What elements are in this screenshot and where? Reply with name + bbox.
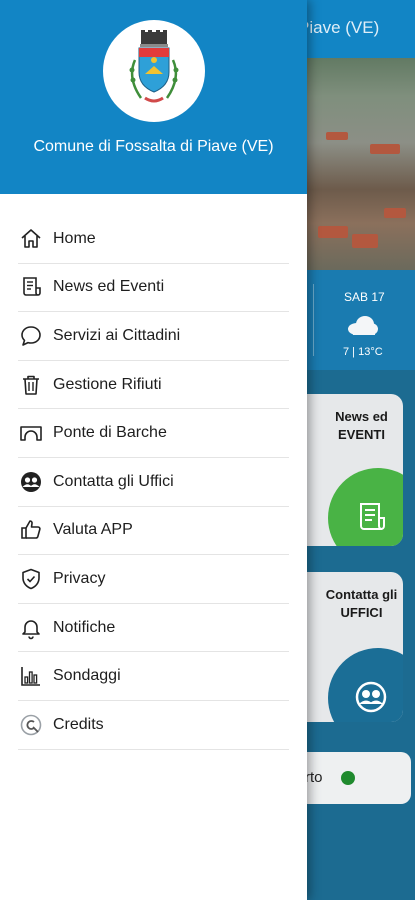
drawer-header: Comune di Fossalta di Piave (VE) bbox=[0, 0, 307, 194]
trash-icon bbox=[18, 372, 44, 398]
coat-of-arms-icon bbox=[129, 30, 179, 103]
chat-bubble-icon bbox=[18, 323, 44, 349]
menu-label-privacy: Privacy bbox=[53, 569, 106, 587]
menu-label-credits: Credits bbox=[53, 715, 104, 733]
menu-item-credits[interactable]: Credits bbox=[18, 701, 289, 750]
menu-item-notifications[interactable]: Notifiche bbox=[18, 604, 289, 653]
navigation-drawer: Comune di Fossalta di Piave (VE) Home Ne… bbox=[0, 0, 307, 900]
bridge-icon bbox=[18, 420, 44, 446]
bar-chart-icon bbox=[18, 663, 44, 689]
menu-item-privacy[interactable]: Privacy bbox=[18, 555, 289, 604]
menu-item-surveys[interactable]: Sondaggi bbox=[18, 652, 289, 701]
uffici-card-circle bbox=[328, 648, 403, 722]
menu-label-notifications: Notifiche bbox=[53, 618, 116, 636]
status-pill-text: rto bbox=[305, 769, 323, 786]
thumbs-up-icon bbox=[18, 517, 44, 543]
credits-icon bbox=[18, 712, 44, 738]
menu-label-bridge: Ponte di Barche bbox=[53, 424, 167, 442]
menu-label-surveys: Sondaggi bbox=[53, 667, 121, 685]
cloud-icon bbox=[348, 316, 378, 335]
menu-item-contact-offices[interactable]: Contatta gli Uffici bbox=[18, 458, 289, 507]
shield-icon bbox=[18, 566, 44, 592]
municipality-logo bbox=[103, 20, 205, 122]
menu-item-bridge[interactable]: Ponte di Barche bbox=[18, 409, 289, 458]
menu-item-rate-app[interactable]: Valuta APP bbox=[18, 507, 289, 556]
menu-label-services: Servizi ai Cittadini bbox=[53, 326, 181, 344]
bell-icon bbox=[18, 615, 44, 641]
menu-label-waste: Gestione Rifiuti bbox=[53, 375, 162, 393]
menu-item-waste[interactable]: Gestione Rifiuti bbox=[18, 361, 289, 410]
news-card-circle bbox=[328, 468, 403, 546]
menu-label-news: News ed Eventi bbox=[53, 278, 165, 296]
municipality-name: Comune di Fossalta di Piave (VE) bbox=[33, 138, 274, 155]
background-app-title: Piave (VE) bbox=[298, 18, 380, 37]
weather-temperatures: 7 | 13°C bbox=[343, 346, 383, 358]
newspaper-icon bbox=[18, 274, 44, 300]
menu-label-contact-offices: Contatta gli Uffici bbox=[53, 472, 174, 490]
drawer-menu: Home News ed Eventi Servizi ai Cittadini… bbox=[18, 215, 289, 750]
menu-item-services[interactable]: Servizi ai Cittadini bbox=[18, 312, 289, 361]
menu-label-rate-app: Valuta APP bbox=[53, 521, 133, 539]
menu-label-home: Home bbox=[53, 229, 96, 247]
weather-day: SAB 17 bbox=[344, 290, 385, 304]
status-dot bbox=[341, 771, 355, 785]
home-icon bbox=[18, 226, 44, 252]
people-icon bbox=[18, 469, 44, 495]
news-icon bbox=[360, 503, 385, 530]
menu-item-home[interactable]: Home bbox=[18, 215, 289, 264]
contacts-icon bbox=[355, 681, 387, 713]
menu-item-news[interactable]: News ed Eventi bbox=[18, 264, 289, 313]
